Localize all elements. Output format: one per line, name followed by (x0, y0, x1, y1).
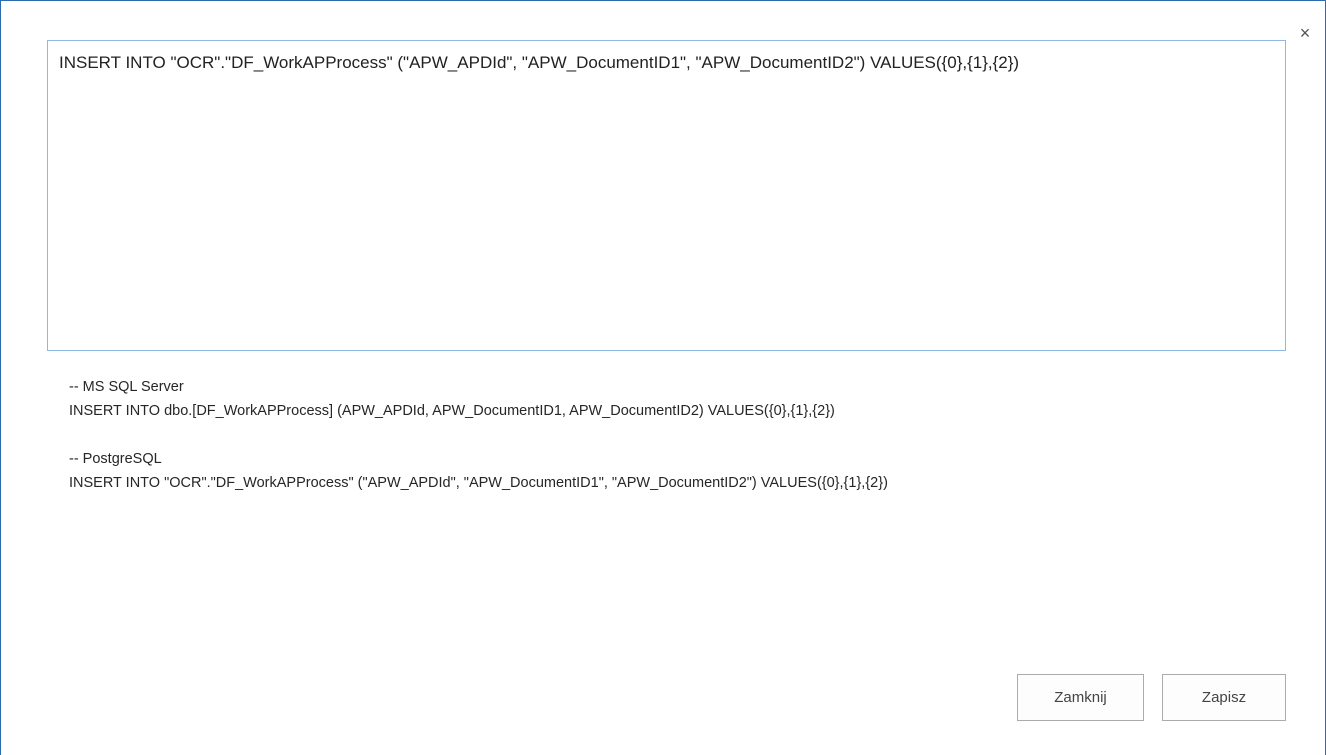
sql-dialog: × -- MS SQL Server INSERT INTO dbo.[DF_W… (0, 0, 1326, 755)
hint-comment: -- MS SQL Server (69, 379, 184, 395)
close-button[interactable]: Zamknij (1017, 674, 1144, 721)
hint-query: INSERT INTO "OCR"."DF_WorkAPProcess" ("A… (69, 475, 888, 491)
close-icon[interactable]: × (1295, 23, 1315, 43)
save-button[interactable]: Zapisz (1162, 674, 1286, 721)
hint-postgresql: -- PostgreSQL INSERT INTO "OCR"."DF_Work… (69, 447, 1269, 495)
sql-hints: -- MS SQL Server INSERT INTO dbo.[DF_Wor… (69, 375, 1269, 519)
hint-query: INSERT INTO dbo.[DF_WorkAPProcess] (APW_… (69, 403, 835, 419)
hint-comment: -- PostgreSQL (69, 451, 162, 467)
sql-query-editor[interactable] (47, 40, 1286, 351)
hint-mssql: -- MS SQL Server INSERT INTO dbo.[DF_Wor… (69, 375, 1269, 423)
